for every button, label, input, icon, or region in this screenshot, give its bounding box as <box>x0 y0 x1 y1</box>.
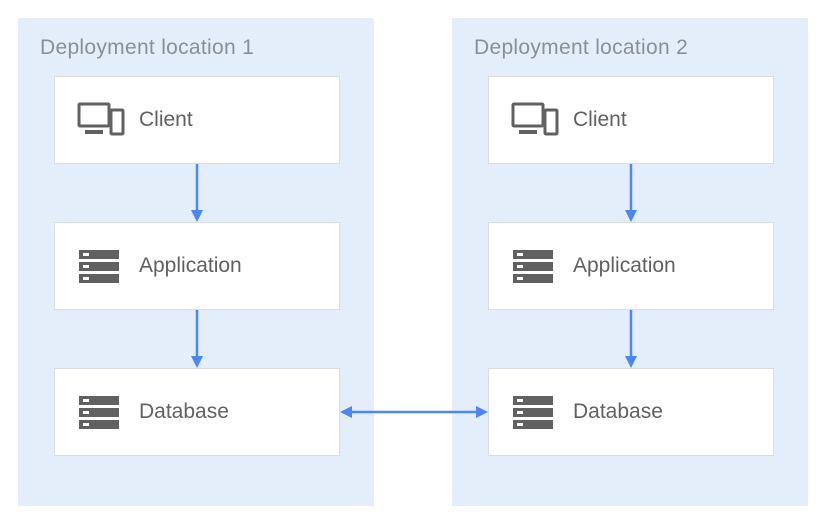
database-icon <box>511 392 559 432</box>
node-label: Client <box>139 108 193 132</box>
node-database: Database <box>54 368 340 456</box>
arrow-down-icon <box>624 310 638 368</box>
node-label: Client <box>573 108 627 132</box>
zone-title: Deployment location 1 <box>40 36 352 60</box>
node-client: Client <box>488 76 774 164</box>
client-icon <box>77 100 125 140</box>
node-label: Database <box>573 400 663 424</box>
node-label: Application <box>573 254 676 278</box>
node-database: Database <box>488 368 774 456</box>
client-icon <box>511 100 559 140</box>
node-client: Client <box>54 76 340 164</box>
database-icon <box>77 392 125 432</box>
server-icon <box>511 246 559 286</box>
zone-title: Deployment location 2 <box>474 36 786 60</box>
arrow-bidirectional-icon <box>340 405 488 419</box>
diagram-canvas: Deployment location 1 Deployment locatio… <box>0 0 834 524</box>
node-label: Application <box>139 254 242 278</box>
node-application: Application <box>54 222 340 310</box>
node-application: Application <box>488 222 774 310</box>
arrow-down-icon <box>624 164 638 222</box>
node-label: Database <box>139 400 229 424</box>
arrow-down-icon <box>190 164 204 222</box>
arrow-down-icon <box>190 310 204 368</box>
server-icon <box>77 246 125 286</box>
